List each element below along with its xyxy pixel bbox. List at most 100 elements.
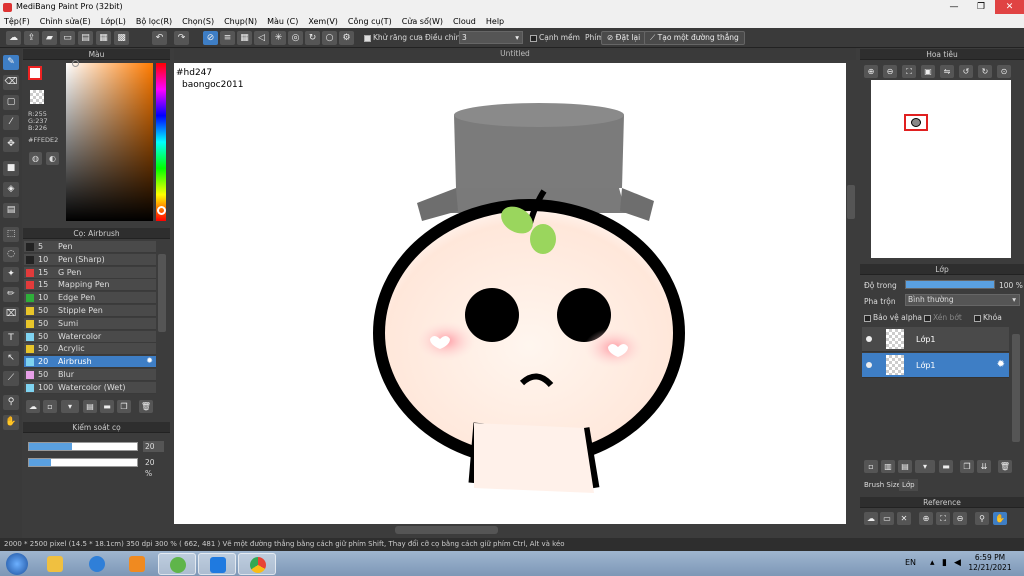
new-8bit-layer-icon[interactable]: ▤ bbox=[898, 460, 912, 473]
frame-icon[interactable]: ▤ bbox=[78, 31, 93, 45]
menu-edit[interactable]: Chỉnh sửa(E) bbox=[40, 17, 91, 26]
brush-item[interactable]: 50 Stipple Pen bbox=[24, 305, 156, 317]
lasso-tool-icon[interactable]: ◌ bbox=[3, 247, 19, 262]
menu-snap[interactable]: Chụp(N) bbox=[224, 17, 257, 26]
brush-size-slider[interactable] bbox=[28, 442, 138, 451]
radial-icon[interactable]: ✳ bbox=[271, 31, 286, 45]
reference-fit-icon[interactable]: ⛶ bbox=[936, 512, 950, 525]
eyedropper-tool-icon[interactable]: ⚲ bbox=[3, 395, 19, 410]
navigator-preview[interactable] bbox=[871, 80, 1011, 258]
minimize-button[interactable]: — bbox=[941, 0, 967, 14]
brush-opacity-slider[interactable] bbox=[28, 458, 138, 467]
blend-mode-select[interactable]: Bình thường ▾ bbox=[905, 294, 1020, 306]
soft-edge-toggle[interactable]: Cạnh mềm bbox=[530, 33, 580, 42]
delete-brush-icon[interactable]: 🗑 bbox=[139, 400, 153, 413]
eye-icon[interactable] bbox=[866, 362, 872, 368]
close-button[interactable]: ✕ bbox=[995, 0, 1024, 14]
menu-file[interactable]: Tệp(F) bbox=[4, 17, 30, 26]
reference-cloud-icon[interactable]: ☁ bbox=[864, 512, 878, 525]
flip-icon[interactable]: ⇋ bbox=[940, 65, 954, 78]
zoom-out-icon[interactable]: ⊖ bbox=[883, 65, 897, 78]
add-layer-menu-icon[interactable]: ▾ bbox=[915, 460, 935, 473]
brush-item[interactable]: 10 Pen (Sharp) bbox=[24, 253, 156, 266]
clock[interactable]: 6:59 PM 12/21/2021 bbox=[965, 553, 1015, 573]
hue-cursor[interactable] bbox=[157, 206, 166, 215]
text-tool-icon[interactable]: T bbox=[3, 331, 19, 346]
perspective-icon[interactable]: ◁ bbox=[254, 31, 269, 45]
straight-line-button[interactable]: ⟋ Tạo một đường thẳng bbox=[644, 31, 745, 45]
taskbar-app-green[interactable] bbox=[158, 553, 196, 575]
layer-row-selected[interactable]: Lớp1 ✹ bbox=[862, 353, 1009, 378]
new-layer-icon[interactable]: ▫ bbox=[864, 460, 878, 473]
menu-layer[interactable]: Lớp(L) bbox=[101, 17, 126, 26]
rect-tool-icon[interactable]: ▢ bbox=[3, 95, 19, 110]
reset-view-icon[interactable]: ⊙ bbox=[997, 65, 1011, 78]
menu-select[interactable]: Chọn(S) bbox=[182, 17, 214, 26]
select-tool-icon[interactable]: ⬚ bbox=[3, 227, 19, 242]
hue-slider[interactable] bbox=[156, 63, 166, 221]
curve-icon[interactable]: ↻ bbox=[305, 31, 320, 45]
eraser-tool-icon[interactable]: ⌫ bbox=[3, 75, 19, 90]
zoom-in-icon[interactable]: ⊕ bbox=[864, 65, 878, 78]
cloud-brush-icon[interactable]: ☁ bbox=[26, 400, 40, 413]
add-brush-icon[interactable]: ▾ bbox=[61, 400, 79, 413]
concentric-icon[interactable]: ◎ bbox=[288, 31, 303, 45]
taskbar-ie[interactable] bbox=[78, 553, 116, 575]
reference-zoom-out-icon[interactable]: ⊖ bbox=[953, 512, 967, 525]
copy-brush-icon[interactable]: ❐ bbox=[117, 400, 131, 413]
new-halftone-layer-icon[interactable]: ▥ bbox=[881, 460, 895, 473]
folder-icon[interactable]: ▬ bbox=[100, 400, 114, 413]
tray-arrow-icon[interactable]: ▴ bbox=[930, 558, 935, 568]
layer-row[interactable]: Lớp1 bbox=[862, 327, 1009, 352]
sv-cursor[interactable] bbox=[72, 60, 79, 67]
bucket-tool-icon[interactable]: ◈ bbox=[3, 182, 19, 197]
cloud-icon[interactable]: ☁ bbox=[6, 31, 21, 45]
layer-settings-icon[interactable]: ✹ bbox=[997, 359, 1005, 370]
panel-icon[interactable]: ▦ bbox=[96, 31, 111, 45]
select-pen-tool-icon[interactable]: ✏ bbox=[3, 287, 19, 302]
reference-zoom-in-icon[interactable]: ⊕ bbox=[919, 512, 933, 525]
duplicate-layer-icon[interactable]: ❐ bbox=[960, 460, 974, 473]
canvas-horizontal-scrollbar[interactable] bbox=[395, 526, 498, 534]
brush-item[interactable]: 50 Acrylic bbox=[24, 343, 156, 356]
hand-tool-icon[interactable]: ✋ bbox=[3, 415, 19, 430]
protect-alpha-toggle[interactable]: Bảo vệ alpha bbox=[864, 313, 922, 322]
language-indicator[interactable]: EN bbox=[905, 558, 916, 567]
tab-brush-size[interactable]: Brush Size bbox=[864, 481, 901, 489]
grid-snap-icon[interactable]: ▦ bbox=[237, 31, 252, 45]
canvas-vertical-scrollbar[interactable] bbox=[847, 185, 855, 219]
fit-icon[interactable]: ⛶ bbox=[902, 65, 916, 78]
brush-item[interactable]: 50 Watercolor bbox=[24, 330, 156, 343]
brush-item[interactable]: 15 Mapping Pen bbox=[24, 279, 156, 292]
taskbar-zalo[interactable] bbox=[198, 553, 236, 575]
brush-item[interactable]: 15 G Pen bbox=[24, 266, 156, 279]
clipping-toggle[interactable]: Xén bớt bbox=[924, 313, 962, 322]
palette-icon[interactable]: ◍ bbox=[29, 152, 42, 165]
brush-size-value[interactable]: 20 bbox=[143, 441, 164, 452]
new-brush-icon[interactable]: ▫ bbox=[43, 400, 57, 413]
move-tool-icon[interactable]: ✥ bbox=[3, 137, 19, 152]
brush-item[interactable]: 5 Pen bbox=[24, 241, 156, 253]
divide-tool-icon[interactable]: ⟋ bbox=[3, 371, 19, 386]
operation-tool-icon[interactable]: ↖ bbox=[3, 351, 19, 366]
menu-filter[interactable]: Bộ lọc(R) bbox=[136, 17, 172, 26]
dot-tool-icon[interactable]: ⁄ bbox=[3, 115, 19, 130]
brush-settings-icon[interactable]: ✹ bbox=[146, 356, 153, 365]
delete-layer-icon[interactable]: 🗑 bbox=[998, 460, 1012, 473]
layer-list-scrollbar[interactable] bbox=[1012, 334, 1020, 442]
menu-tools[interactable]: Công cụ(T) bbox=[348, 17, 392, 26]
color-picker-icon[interactable]: ◐ bbox=[46, 152, 59, 165]
menu-window[interactable]: Cửa sổ(W) bbox=[402, 17, 443, 26]
protect-alpha-checkbox[interactable] bbox=[864, 314, 871, 322]
reset-button[interactable]: ⊘ Đặt lại bbox=[601, 31, 647, 45]
brush-item[interactable]: 100 Watercolor (Wet) bbox=[24, 381, 156, 394]
menu-color[interactable]: Màu (C) bbox=[267, 17, 298, 26]
start-button[interactable] bbox=[6, 553, 28, 575]
drawing-canvas[interactable]: #hd247 baongoc2011 bbox=[174, 63, 846, 524]
reference-close-icon[interactable]: ✕ bbox=[897, 512, 911, 525]
reference-eyedropper-icon[interactable]: ⚲ bbox=[975, 512, 989, 525]
maximize-button[interactable]: ❐ bbox=[968, 0, 994, 14]
gradient-tool-icon[interactable]: ▤ bbox=[3, 203, 19, 218]
grid-icon[interactable]: ▩ bbox=[114, 31, 129, 45]
lock-checkbox[interactable] bbox=[974, 314, 981, 322]
